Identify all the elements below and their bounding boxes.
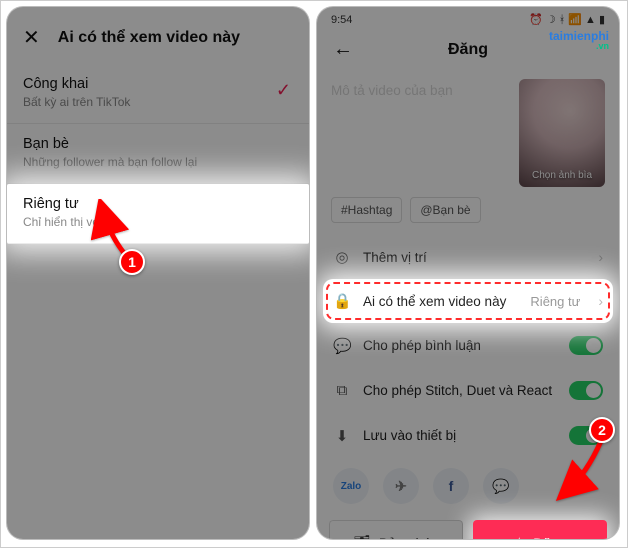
share-messenger[interactable]: ✈ (383, 468, 419, 504)
chevron-right-icon: › (598, 249, 603, 265)
option-private[interactable]: Riêng tư Chỉ hiển thị với tôi (7, 184, 309, 244)
alarm-icon: ⏰ (529, 13, 543, 26)
check-icon: ✓ (276, 80, 291, 101)
option-sub: Chỉ hiển thị với tôi (23, 215, 293, 229)
stitch-icon: ⧉ (333, 382, 351, 399)
option-sub: Những follower mà bạn follow lại (23, 155, 293, 169)
watermark: taimienphi.vn (549, 29, 609, 49)
row-label: Lưu vào thiết bị (363, 428, 557, 443)
row-label: Cho phép Stitch, Duet và React (363, 383, 557, 398)
share-zalo[interactable]: Zalo (333, 468, 369, 504)
post-title: Đăng (448, 41, 488, 59)
chips-row: #Hashtag @Bạn bè (317, 193, 619, 235)
comment-icon: 💬 (333, 337, 351, 355)
status-bar: 9:54 ⏰ ☽ ᚼ 📶 ▲ ▮ (317, 7, 619, 28)
option-label: Công khai (23, 76, 293, 92)
dim-overlay (329, 520, 463, 539)
hashtag-chip[interactable]: #Hashtag (331, 197, 402, 223)
toggle-on[interactable] (569, 336, 603, 355)
row-label: Thêm vị trí (363, 250, 586, 265)
battery-icon: ▮ (599, 13, 605, 26)
description-input[interactable]: Mô tả video của bạn (331, 79, 509, 187)
row-location[interactable]: ◎ Thêm vị trí › (317, 235, 619, 279)
toggle-on[interactable] (569, 381, 603, 400)
badge-number: 1 (119, 249, 145, 275)
cover-thumbnail[interactable]: Chọn ảnh bìa (519, 79, 605, 187)
row-label: Cho phép bình luận (363, 338, 557, 353)
left-screen: ✕ Ai có thể xem video này Công khai Bất … (7, 7, 309, 539)
status-icons: ⏰ ☽ ᚼ 📶 ▲ ▮ (529, 13, 605, 26)
callout-badge-2: 2 (589, 417, 615, 443)
row-value: Riêng tư (530, 294, 580, 309)
signal-icon: 📶 (568, 13, 582, 26)
chevron-right-icon: › (598, 293, 603, 309)
share-facebook[interactable]: f (433, 468, 469, 504)
description-row: Mô tả video của bạn Chọn ảnh bìa (317, 71, 619, 193)
option-sub: Bất kỳ ai trên TikTok (23, 95, 293, 109)
back-icon[interactable]: ← (333, 38, 353, 61)
wifi-icon: ▲ (585, 14, 596, 26)
share-more[interactable]: 💬 (483, 468, 519, 504)
option-public[interactable]: Công khai Bất kỳ ai trên TikTok ✓ (7, 64, 309, 124)
right-screen: taimienphi.vn 9:54 ⏰ ☽ ᚼ 📶 ▲ ▮ ← Đăng Mô… (317, 7, 619, 539)
download-icon: ⬇ (333, 427, 351, 445)
sparkle-icon: ✦ (513, 534, 525, 539)
row-privacy[interactable]: 🔒 Ai có thể xem video này Riêng tư › (323, 279, 613, 323)
status-time: 9:54 (331, 14, 352, 26)
option-label: Bạn bè (23, 136, 293, 152)
lock-icon: 🔒 (333, 292, 351, 310)
privacy-header: ✕ Ai có thể xem video này (7, 7, 309, 64)
post-button[interactable]: ✦ Đăng (473, 520, 607, 539)
arrow-2 (553, 433, 613, 503)
callout-badge-1: 1 (119, 249, 145, 275)
option-friends[interactable]: Bạn bè Những follower mà bạn follow lại (7, 124, 309, 184)
row-label: Ai có thể xem video này (363, 294, 518, 309)
privacy-title: Ai có thể xem video này (58, 29, 240, 47)
close-icon[interactable]: ✕ (23, 25, 40, 50)
footer-row: 🗂 Bản nháp ✦ Đăng (317, 512, 619, 539)
row-stitch[interactable]: ⧉ Cho phép Stitch, Duet và React (317, 368, 619, 413)
bt-icon: ᚼ (559, 14, 566, 26)
cover-label: Chọn ảnh bìa (519, 170, 605, 181)
moon-icon: ☽ (546, 13, 556, 26)
post-label: Đăng (533, 535, 566, 540)
friends-chip[interactable]: @Bạn bè (410, 197, 480, 223)
location-icon: ◎ (333, 248, 351, 266)
row-comments[interactable]: 💬 Cho phép bình luận (317, 323, 619, 368)
badge-number: 2 (589, 417, 615, 443)
option-label: Riêng tư (23, 196, 293, 212)
